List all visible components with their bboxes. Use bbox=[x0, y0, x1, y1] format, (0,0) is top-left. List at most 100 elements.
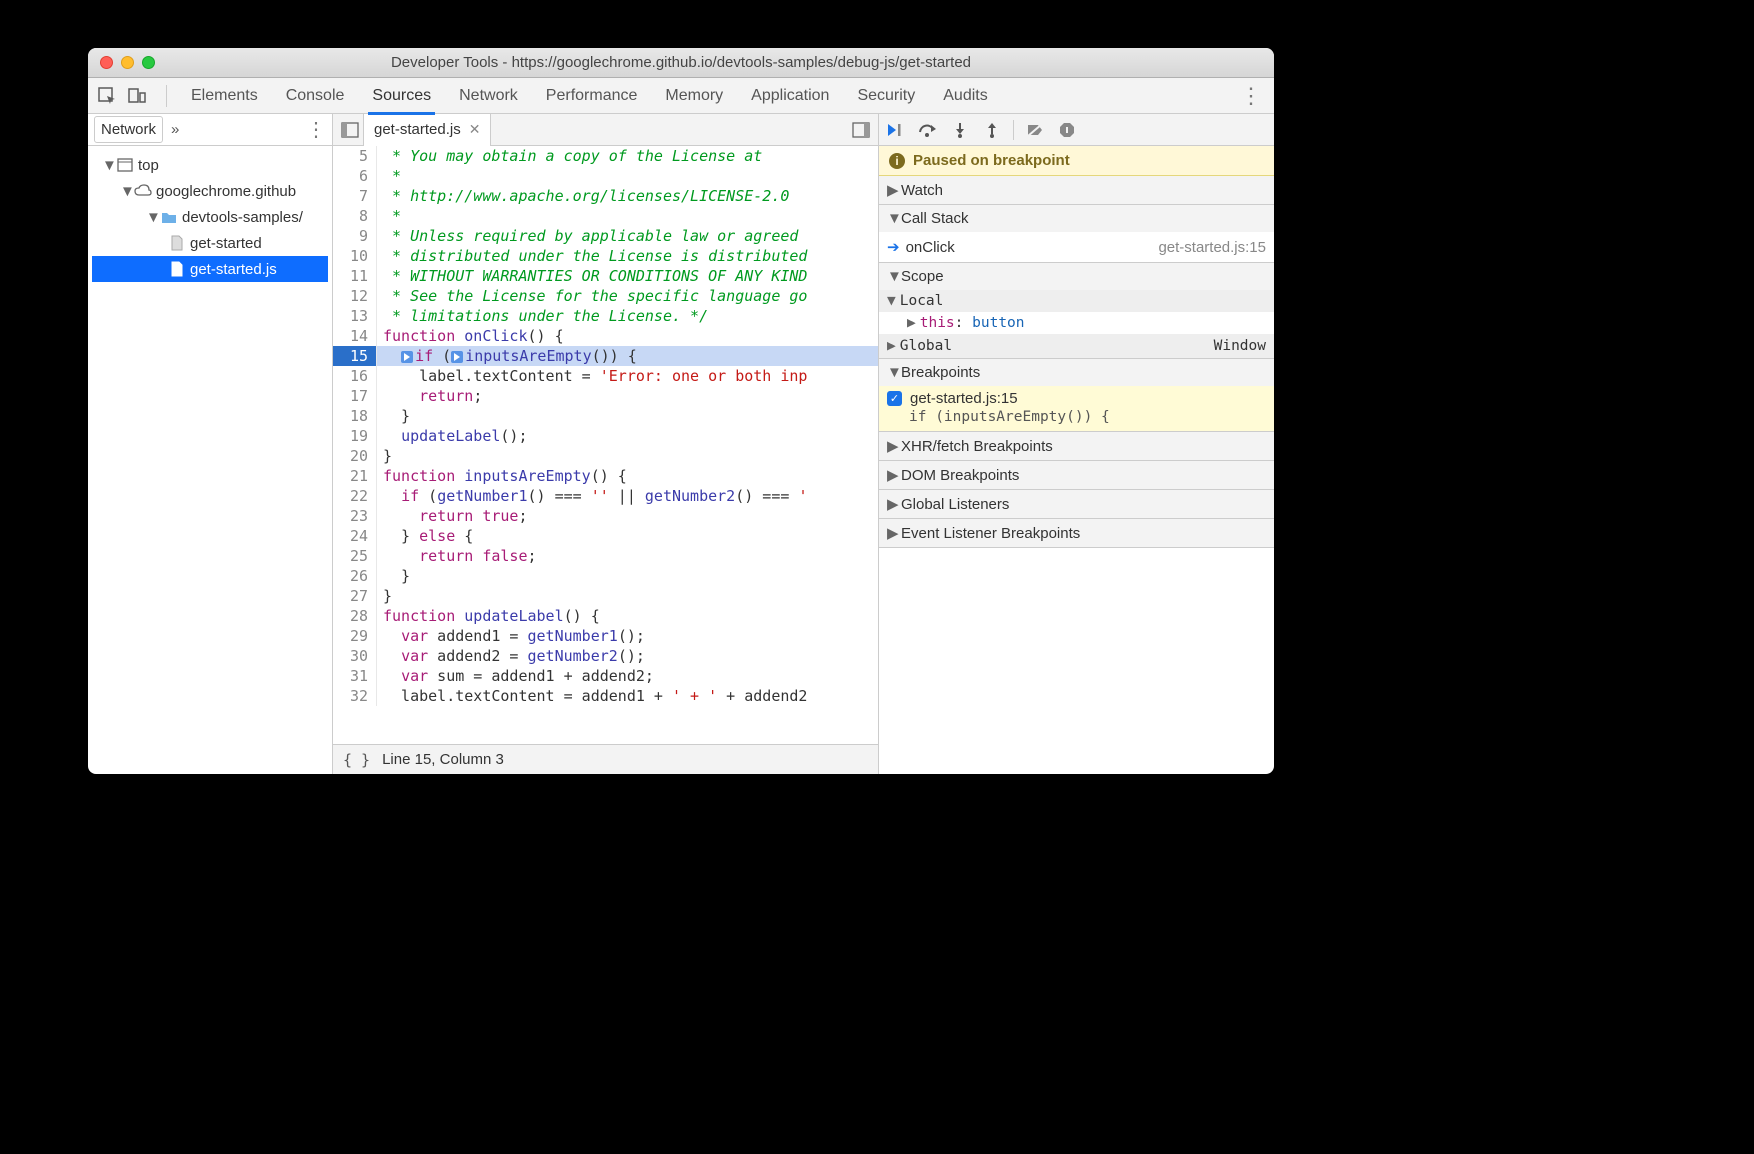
tab-performance[interactable]: Performance bbox=[532, 78, 652, 114]
step-into-icon[interactable] bbox=[949, 119, 971, 141]
inspect-icon[interactable] bbox=[96, 85, 118, 107]
code-line[interactable]: 16 label.textContent = 'Error: one or bo… bbox=[333, 366, 878, 386]
gutter[interactable]: 26 bbox=[333, 566, 377, 586]
resume-icon[interactable] bbox=[885, 119, 907, 141]
tab-security[interactable]: Security bbox=[843, 78, 929, 114]
gutter[interactable]: 5 bbox=[333, 146, 377, 166]
gutter[interactable]: 6 bbox=[333, 166, 377, 186]
global-listeners-section[interactable]: ▶Global Listeners bbox=[879, 490, 1274, 519]
code-line[interactable]: 26 } bbox=[333, 566, 878, 586]
code-line[interactable]: 10 * distributed under the License is di… bbox=[333, 246, 878, 266]
dom-breakpoints-section[interactable]: ▶DOM Breakpoints bbox=[879, 461, 1274, 490]
breakpoints-header[interactable]: ▼Breakpoints bbox=[879, 359, 1274, 386]
code-line[interactable]: 18 } bbox=[333, 406, 878, 426]
pretty-print-icon[interactable]: { } bbox=[343, 751, 370, 769]
tab-sources[interactable]: Sources bbox=[358, 78, 445, 114]
more-menu-icon[interactable]: ⋮ bbox=[1236, 89, 1266, 103]
gutter[interactable]: 15 bbox=[333, 346, 377, 366]
gutter[interactable]: 7 bbox=[333, 186, 377, 206]
code-line[interactable]: 25 return false; bbox=[333, 546, 878, 566]
scope-header[interactable]: ▼Scope bbox=[879, 263, 1274, 290]
gutter[interactable]: 31 bbox=[333, 666, 377, 686]
breakpoint-checkbox[interactable]: ✓ bbox=[887, 391, 902, 406]
code-line[interactable]: 23 return true; bbox=[333, 506, 878, 526]
deactivate-breakpoints-icon[interactable] bbox=[1024, 119, 1046, 141]
gutter[interactable]: 22 bbox=[333, 486, 377, 506]
gutter[interactable]: 16 bbox=[333, 366, 377, 386]
code-editor[interactable]: 5 * You may obtain a copy of the License… bbox=[333, 146, 878, 744]
scope-global[interactable]: ▶GlobalWindow bbox=[879, 334, 1274, 358]
close-tab-icon[interactable]: ✕ bbox=[469, 121, 481, 138]
editor-tab[interactable]: get-started.js✕ bbox=[363, 114, 491, 146]
scope-this[interactable]: ▶this: button bbox=[879, 312, 1274, 334]
code-line[interactable]: 32 label.textContent = addend1 + ' + ' +… bbox=[333, 686, 878, 706]
gutter[interactable]: 23 bbox=[333, 506, 377, 526]
tab-memory[interactable]: Memory bbox=[651, 78, 737, 114]
code-line[interactable]: 14function onClick() { bbox=[333, 326, 878, 346]
tree-top[interactable]: ▼top bbox=[92, 152, 328, 178]
callstack-frame[interactable]: ➔ onClick get-started.js:15 bbox=[879, 232, 1274, 262]
device-mode-icon[interactable] bbox=[126, 85, 148, 107]
gutter[interactable]: 25 bbox=[333, 546, 377, 566]
code-line[interactable]: 31 var sum = addend1 + addend2; bbox=[333, 666, 878, 686]
code-line[interactable]: 29 var addend1 = getNumber1(); bbox=[333, 626, 878, 646]
gutter[interactable]: 13 bbox=[333, 306, 377, 326]
step-over-icon[interactable] bbox=[917, 119, 939, 141]
code-line[interactable]: 13 * limitations under the License. */ bbox=[333, 306, 878, 326]
callstack-header[interactable]: ▼Call Stack bbox=[879, 205, 1274, 232]
toggle-debugger-icon[interactable] bbox=[848, 117, 874, 143]
gutter[interactable]: 21 bbox=[333, 466, 377, 486]
gutter[interactable]: 14 bbox=[333, 326, 377, 346]
tree-file-js[interactable]: get-started.js bbox=[92, 256, 328, 282]
pause-on-exceptions-icon[interactable] bbox=[1056, 119, 1078, 141]
code-line[interactable]: 8 * bbox=[333, 206, 878, 226]
gutter[interactable]: 32 bbox=[333, 686, 377, 706]
gutter[interactable]: 8 bbox=[333, 206, 377, 226]
code-line[interactable]: 28function updateLabel() { bbox=[333, 606, 878, 626]
gutter[interactable]: 9 bbox=[333, 226, 377, 246]
navigator-more-icon[interactable]: ⋮ bbox=[306, 117, 326, 142]
gutter[interactable]: 18 bbox=[333, 406, 377, 426]
tab-console[interactable]: Console bbox=[272, 78, 359, 114]
gutter[interactable]: 11 bbox=[333, 266, 377, 286]
minimize-icon[interactable] bbox=[121, 56, 134, 69]
zoom-icon[interactable] bbox=[142, 56, 155, 69]
code-line[interactable]: 17 return; bbox=[333, 386, 878, 406]
gutter[interactable]: 10 bbox=[333, 246, 377, 266]
gutter[interactable]: 12 bbox=[333, 286, 377, 306]
code-line[interactable]: 27} bbox=[333, 586, 878, 606]
step-out-icon[interactable] bbox=[981, 119, 1003, 141]
gutter[interactable]: 29 bbox=[333, 626, 377, 646]
code-line[interactable]: 30 var addend2 = getNumber2(); bbox=[333, 646, 878, 666]
close-icon[interactable] bbox=[100, 56, 113, 69]
code-line[interactable]: 7 * http://www.apache.org/licenses/LICEN… bbox=[333, 186, 878, 206]
code-line[interactable]: 20} bbox=[333, 446, 878, 466]
code-line[interactable]: 15 if (inputsAreEmpty()) { bbox=[333, 346, 878, 366]
code-line[interactable]: 21function inputsAreEmpty() { bbox=[333, 466, 878, 486]
code-line[interactable]: 6 * bbox=[333, 166, 878, 186]
gutter[interactable]: 17 bbox=[333, 386, 377, 406]
tab-elements[interactable]: Elements bbox=[177, 78, 272, 114]
watch-section[interactable]: ▶Watch bbox=[879, 176, 1274, 205]
breakpoint-item[interactable]: ✓ get-started.js:15 bbox=[879, 386, 1274, 409]
xhr-breakpoints-section[interactable]: ▶XHR/fetch Breakpoints bbox=[879, 432, 1274, 461]
scope-local[interactable]: ▼Local bbox=[879, 290, 1274, 312]
toggle-navigator-icon[interactable] bbox=[337, 117, 363, 143]
gutter[interactable]: 28 bbox=[333, 606, 377, 626]
code-line[interactable]: 5 * You may obtain a copy of the License… bbox=[333, 146, 878, 166]
navigator-tab-network[interactable]: Network bbox=[94, 116, 163, 143]
tree-file-html[interactable]: get-started bbox=[92, 230, 328, 256]
tree-folder[interactable]: ▼devtools-samples/ bbox=[92, 204, 328, 230]
gutter[interactable]: 24 bbox=[333, 526, 377, 546]
tab-application[interactable]: Application bbox=[737, 78, 843, 114]
tree-domain[interactable]: ▼googlechrome.github bbox=[92, 178, 328, 204]
tab-network[interactable]: Network bbox=[445, 78, 532, 114]
code-line[interactable]: 11 * WITHOUT WARRANTIES OR CONDITIONS OF… bbox=[333, 266, 878, 286]
code-line[interactable]: 9 * Unless required by applicable law or… bbox=[333, 226, 878, 246]
gutter[interactable]: 20 bbox=[333, 446, 377, 466]
gutter[interactable]: 30 bbox=[333, 646, 377, 666]
code-line[interactable]: 19 updateLabel(); bbox=[333, 426, 878, 446]
navigator-overflow-icon[interactable]: » bbox=[171, 121, 179, 138]
code-line[interactable]: 12 * See the License for the specific la… bbox=[333, 286, 878, 306]
tab-audits[interactable]: Audits bbox=[929, 78, 1001, 114]
